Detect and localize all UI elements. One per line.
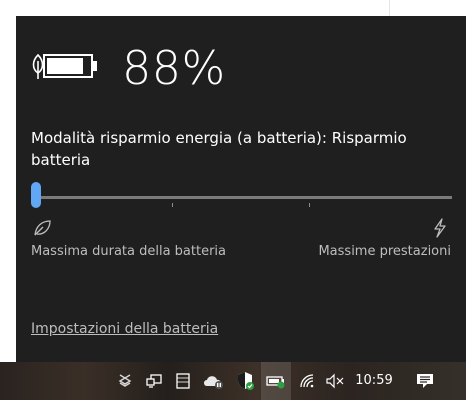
battery-saver-icon bbox=[32, 53, 97, 79]
notification-icon[interactable] bbox=[410, 362, 440, 400]
security-shield-icon[interactable] bbox=[232, 362, 258, 400]
tablet-icon[interactable] bbox=[170, 362, 196, 400]
battery-tray-icon[interactable] bbox=[261, 362, 291, 400]
battery-settings-link[interactable]: Impostazioni della batteria bbox=[31, 319, 218, 339]
battery-flyout: 88% Modalità risparmio energia (a batter… bbox=[16, 16, 466, 362]
network-monitor-icon[interactable] bbox=[141, 362, 167, 400]
taskbar: 10:59 bbox=[0, 362, 466, 400]
lightning-icon bbox=[434, 218, 446, 238]
min-performance-caption: Massima durata della batteria bbox=[31, 244, 227, 259]
background-divider bbox=[389, 0, 390, 16]
power-mode-label: Modalità risparmio energia (a batteria):… bbox=[31, 129, 407, 169]
slider-tick bbox=[172, 203, 173, 207]
power-mode-slider-thumb[interactable] bbox=[31, 182, 41, 208]
power-mode-slider-track[interactable] bbox=[34, 196, 452, 199]
leaf-icon bbox=[34, 220, 51, 236]
onedrive-icon[interactable] bbox=[199, 362, 229, 400]
dropbox-icon[interactable] bbox=[112, 362, 138, 400]
max-performance-caption: Massime prestazioni bbox=[318, 244, 451, 259]
slider-tick bbox=[309, 203, 310, 207]
volume-muted-icon[interactable] bbox=[322, 362, 348, 400]
clock[interactable]: 10:59 bbox=[350, 362, 398, 400]
battery-percentage: 88% bbox=[122, 41, 226, 95]
wifi-icon[interactable] bbox=[294, 362, 320, 400]
